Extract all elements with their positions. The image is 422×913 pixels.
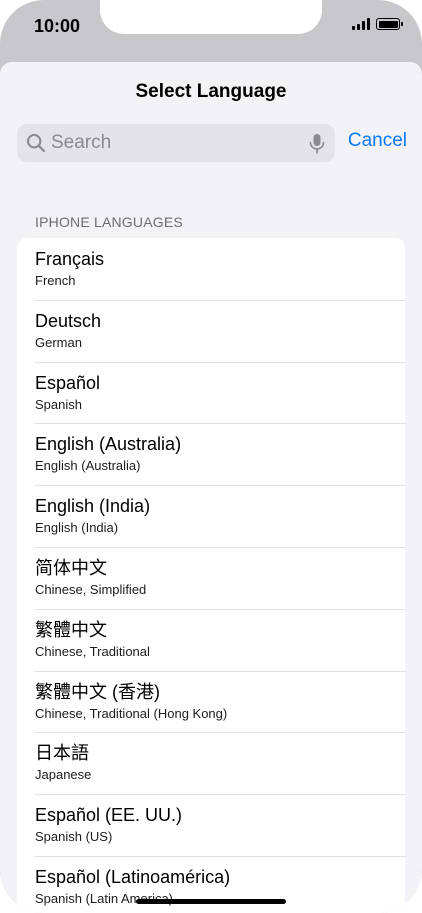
language-name: 日本語: [35, 743, 89, 764]
home-indicator[interactable]: [136, 899, 286, 904]
language-item-spanish[interactable]: Español Spanish: [17, 361, 405, 424]
status-icons: [352, 18, 403, 30]
language-subtitle: Chinese, Traditional (Hong Kong): [35, 705, 228, 721]
language-item-spanish-latin-america[interactable]: Español (Latinoamérica) Spanish (Latin A…: [17, 855, 405, 913]
search-box[interactable]: [17, 124, 335, 162]
search-icon: [27, 134, 46, 153]
microphone-icon[interactable]: [309, 133, 325, 155]
language-name: 简体中文: [35, 557, 107, 578]
language-item-chinese-traditional-hong-kong[interactable]: 繁體中文 (香港) Chinese, Traditional (Hong Kon…: [17, 670, 405, 733]
language-subtitle: German: [35, 334, 82, 350]
language-subtitle: Spanish: [35, 396, 82, 412]
language-name: 繁體中文 (香港): [35, 681, 160, 702]
language-item-spanish-us[interactable]: Español (EE. UU.) Spanish (US): [17, 794, 405, 856]
language-item-chinese-simplified[interactable]: 简体中文 Chinese, Simplified: [17, 546, 405, 609]
cancel-button[interactable]: Cancel: [348, 130, 407, 152]
language-subtitle: Spanish (US): [35, 829, 113, 845]
language-subtitle: Chinese, Traditional: [35, 643, 150, 659]
language-item-english-india[interactable]: English (India) English (India): [17, 485, 405, 547]
language-item-japanese[interactable]: 日本語 Japanese: [17, 732, 405, 794]
status-time: 10:00: [34, 16, 81, 36]
language-subtitle: Japanese: [35, 767, 92, 783]
section-header: IPHONE LANGUAGES: [35, 214, 183, 230]
language-item-english-australia[interactable]: English (Australia) English (Australia): [17, 423, 405, 485]
search-input[interactable]: [51, 124, 301, 162]
language-item-chinese-traditional[interactable]: 繁體中文 Chinese, Traditional: [17, 608, 405, 671]
language-name: Deutsch: [35, 310, 102, 331]
search-row: Cancel: [17, 124, 407, 162]
language-name: 繁體中文: [35, 619, 107, 640]
language-item-french[interactable]: Français French: [17, 238, 405, 300]
language-name: Español: [35, 372, 101, 393]
phone-screen: 10:00 Select Language Search Cancel IPHO…: [0, 0, 422, 913]
language-name: Español (EE. UU.): [35, 805, 183, 826]
language-item-german[interactable]: Deutsch German: [17, 299, 405, 362]
language-list: Français French Deutsch German Español S…: [17, 238, 405, 913]
language-name: Français: [35, 249, 105, 269]
battery-icon: [376, 18, 403, 30]
language-subtitle: Chinese, Simplified: [35, 581, 147, 597]
language-name: English (Australia): [35, 434, 182, 455]
sheet-title: Select Language: [135, 81, 287, 102]
language-subtitle: French: [35, 273, 76, 288]
status-bar: 10:00: [0, 0, 422, 56]
device-notch: [100, 0, 322, 34]
language-subtitle: English (Australia): [35, 458, 141, 474]
language-subtitle: English (India): [35, 520, 119, 536]
cellular-signal-icon: [352, 18, 370, 30]
language-name: Español (Latinoamérica): [35, 866, 231, 887]
language-sheet: Select Language Cancel IPHONE LANGUAGES …: [0, 62, 422, 913]
language-name: English (India): [35, 496, 151, 517]
